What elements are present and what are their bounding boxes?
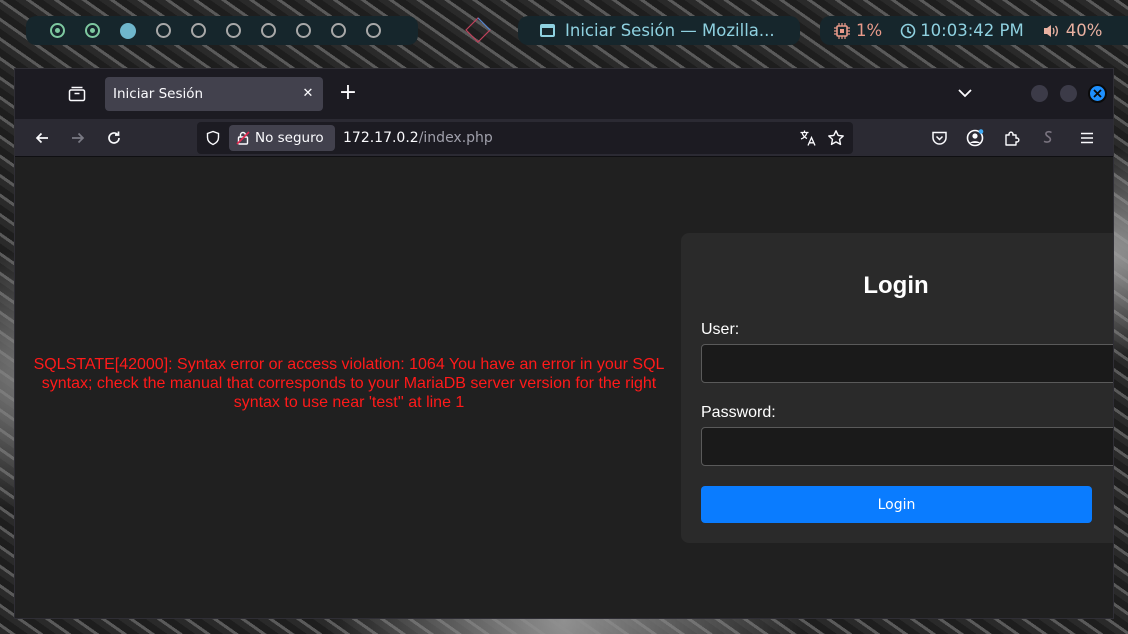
workspace-3-indicator[interactable] — [120, 22, 136, 39]
workspace-6-indicator[interactable] — [226, 23, 241, 38]
workspace-4-indicator[interactable] — [156, 23, 171, 38]
workspace-2-indicator[interactable] — [85, 23, 100, 38]
navigation-toolbar: No seguro 172.17.0.2/index.php — [15, 119, 1113, 157]
new-tab-button[interactable]: + — [337, 82, 359, 104]
tab-iniciar-sesion[interactable]: Iniciar Sesión ✕ — [105, 77, 323, 111]
url-path: /index.php — [418, 130, 493, 146]
browser-window: Iniciar Sesión ✕ + No seguro 172.17.0.2/… — [14, 68, 1114, 619]
translate-icon — [800, 130, 816, 146]
workspace-1-indicator[interactable] — [50, 23, 65, 38]
translate-button[interactable] — [799, 129, 817, 147]
site-security-indicator[interactable]: No seguro — [229, 125, 335, 151]
extension-s-button[interactable] — [1038, 128, 1058, 148]
login-button[interactable]: Login — [701, 486, 1092, 523]
desktop-top-bar: Iniciar Sesión — Mozilla... 1% 10:03:42 … — [12, 0, 1128, 62]
sql-error-message: SQLSTATE[42000]: Syntax error or access … — [33, 356, 665, 411]
reload-button[interactable] — [103, 127, 125, 149]
bookmark-button[interactable] — [827, 129, 845, 147]
workspace-8-indicator[interactable] — [296, 23, 311, 38]
security-label: No seguro — [255, 130, 324, 146]
url-host: 172.17.0.2 — [343, 130, 419, 146]
user-label: User: — [701, 321, 740, 338]
extension-s-icon — [1043, 130, 1052, 143]
minimize-button[interactable] — [1031, 85, 1048, 102]
page-content: SQLSTATE[42000]: Syntax error or access … — [15, 157, 1113, 618]
pocket-button[interactable] — [929, 128, 949, 148]
active-window-title: Iniciar Sesión — Mozilla... — [565, 21, 775, 40]
login-form: Login User: Password: Login — [681, 233, 1113, 543]
url-text[interactable]: 172.17.0.2/index.php — [343, 130, 493, 146]
cpu-value: 1% — [856, 21, 883, 40]
workspace-9-indicator[interactable] — [331, 23, 346, 38]
clock[interactable]: 10:03:42 PM — [900, 21, 1024, 40]
login-title: Login — [863, 272, 929, 299]
reload-icon — [108, 131, 120, 144]
url-bar[interactable]: No seguro 172.17.0.2/index.php — [197, 122, 853, 154]
maximize-button[interactable] — [1060, 85, 1077, 102]
window-icon — [540, 24, 555, 37]
workspace-10-indicator[interactable] — [366, 23, 381, 38]
volume-icon — [1043, 24, 1058, 37]
tab-title: Iniciar Sesión — [113, 86, 204, 102]
volume[interactable]: 40% — [1042, 21, 1103, 40]
back-button[interactable] — [31, 127, 53, 149]
close-window-button[interactable] — [1088, 84, 1107, 103]
pocket-icon — [931, 131, 947, 145]
system-status: 1% 10:03:42 PM 40% — [820, 16, 1128, 45]
account-button[interactable] — [965, 128, 985, 148]
cpu-icon — [834, 22, 850, 39]
tab-overview-button[interactable] — [66, 83, 88, 105]
cpu-usage[interactable]: 1% — [834, 21, 882, 40]
password-label: Password: — [701, 404, 776, 421]
workspace-7-indicator[interactable] — [261, 23, 276, 38]
account-avatar-icon — [966, 129, 984, 147]
forward-button[interactable] — [67, 127, 89, 149]
workspace-switcher — [26, 16, 418, 45]
tab-overview-icon — [68, 86, 86, 102]
clock-value: 10:03:42 PM — [920, 21, 1024, 40]
hamburger-menu-icon — [1081, 132, 1093, 144]
launcher-diamond-icon[interactable] — [458, 16, 498, 44]
volume-value: 40% — [1065, 21, 1103, 40]
user-input[interactable] — [701, 344, 1113, 383]
tab-strip: Iniciar Sesión ✕ + — [15, 69, 1113, 119]
active-window-indicator[interactable]: Iniciar Sesión — Mozilla... — [518, 16, 800, 45]
forward-arrow-icon — [72, 132, 85, 144]
workspace-5-indicator[interactable] — [191, 23, 206, 38]
extensions-button[interactable] — [1002, 128, 1022, 148]
password-input[interactable] — [701, 427, 1113, 466]
list-all-tabs-chevron-icon[interactable] — [955, 83, 975, 103]
back-arrow-icon — [35, 132, 48, 144]
puzzle-piece-icon — [1005, 131, 1020, 146]
close-tab-icon[interactable]: ✕ — [299, 85, 317, 103]
bookmark-star-icon — [828, 130, 844, 146]
tracking-protection-shield-icon[interactable] — [205, 130, 221, 146]
insecure-lock-icon — [236, 131, 250, 145]
close-icon — [1093, 89, 1102, 98]
clock-icon — [900, 23, 916, 38]
app-menu-button[interactable] — [1077, 128, 1097, 148]
